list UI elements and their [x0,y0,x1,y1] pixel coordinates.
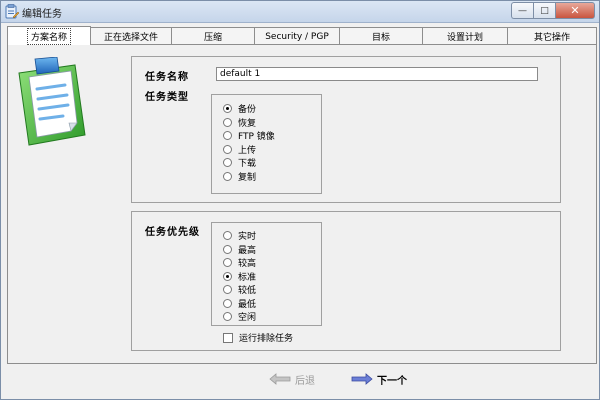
radio-label: 复制 [238,172,257,183]
task-name-input[interactable] [216,67,538,81]
window-title: 编辑任务 [22,9,62,20]
priority-idle[interactable]: 空闲 [223,310,256,324]
priority-label: 任务优先级 [145,227,200,238]
radio-icon [223,144,232,154]
radio-label: 上传 [238,145,257,156]
run-exclusive-checkbox[interactable]: 运行排除任务 [223,331,293,344]
radio-icon [223,117,232,127]
tab-scheme-name[interactable]: 方案名称 [7,26,91,45]
arrow-right-icon [351,373,373,385]
arrow-left-icon [269,373,291,385]
tab-schedule[interactable]: 设置计划 [422,27,508,45]
radio-label: 空闲 [238,313,257,324]
task-type-upload[interactable]: 上传 [223,143,275,157]
radio-label: 下载 [238,159,257,170]
radio-label: 最高 [238,245,257,256]
tab-compression[interactable]: 压缩 [171,27,255,45]
task-type-download[interactable]: 下载 [223,156,275,170]
priority-lowest[interactable]: 最低 [223,297,256,311]
tab-other-actions[interactable]: 其它操作 [507,27,597,45]
edit-task-window: 编辑任务 — □ ✕ 方案名称 正在选择文件 压缩 Security / PGP… [0,0,600,400]
tab-security-pgp[interactable]: Security / PGP [254,27,340,45]
radio-label: 最低 [238,299,257,310]
minimize-icon: — [518,5,527,16]
minimize-button[interactable]: — [511,2,533,19]
clipboard-icon [18,57,86,146]
radio-icon [223,131,232,141]
checkbox-icon [223,332,233,343]
task-type-copy[interactable]: 复制 [223,170,275,184]
back-button[interactable]: 后退 [269,371,315,387]
radio-icon [223,158,232,168]
next-button[interactable]: 下一个 [351,371,407,387]
tab-target[interactable]: 目标 [339,27,423,45]
task-name-label: 任务名称 [145,72,189,83]
back-label: 后退 [295,375,315,387]
priority-normal[interactable]: 标准 [223,270,256,284]
next-label: 下一个 [377,375,407,387]
radio-icon [223,171,232,181]
radio-icon [223,312,232,322]
window-controls: — □ ✕ [511,2,595,19]
radio-icon [223,271,232,281]
close-icon: ✕ [570,4,580,17]
radio-label: 标准 [238,272,257,283]
tab-label: Security / PGP [265,31,329,42]
tab-label: 压缩 [203,33,222,43]
radio-icon [223,285,232,295]
radio-icon [223,298,232,308]
priority-options: 实时 最高 较高 标准 较低 最低 空闲 [223,229,256,324]
tab-strip: 方案名称 正在选择文件 压缩 Security / PGP 目标 设置计划 其它… [7,26,597,45]
maximize-icon: □ [540,5,549,16]
task-type-backup[interactable]: 备份 [223,102,275,116]
priority-realtime[interactable]: 实时 [223,229,256,243]
run-exclusive-label: 运行排除任务 [239,334,294,344]
radio-label: 备份 [238,105,257,116]
task-type-label: 任务类型 [145,92,189,103]
tab-label: 方案名称 [26,27,71,45]
close-button[interactable]: ✕ [555,2,595,19]
radio-label: FTP 镜像 [238,132,275,143]
tab-select-files[interactable]: 正在选择文件 [90,27,172,45]
radio-icon [223,244,232,254]
task-type-options: 备份 恢复 FTP 镜像 上传 下载 复制 [223,102,275,183]
priority-highest[interactable]: 最高 [223,243,256,257]
tab-label: 其它操作 [533,33,570,43]
radio-icon [223,231,232,241]
title-bar: 编辑任务 — □ ✕ [1,1,599,23]
maximize-button[interactable]: □ [533,2,555,19]
task-edit-icon [5,4,19,19]
tab-label: 正在选择文件 [103,33,158,43]
radio-label: 较高 [238,259,257,270]
priority-high[interactable]: 较高 [223,256,256,270]
task-type-ftp-mirror[interactable]: FTP 镜像 [223,129,275,143]
radio-icon [223,258,232,268]
radio-label: 较低 [238,286,257,297]
radio-label: 实时 [238,232,257,243]
priority-low[interactable]: 较低 [223,283,256,297]
radio-icon [223,104,232,114]
radio-label: 恢复 [238,118,257,129]
tab-label: 设置计划 [446,33,483,43]
tab-label: 目标 [371,33,390,43]
task-type-restore[interactable]: 恢复 [223,116,275,130]
